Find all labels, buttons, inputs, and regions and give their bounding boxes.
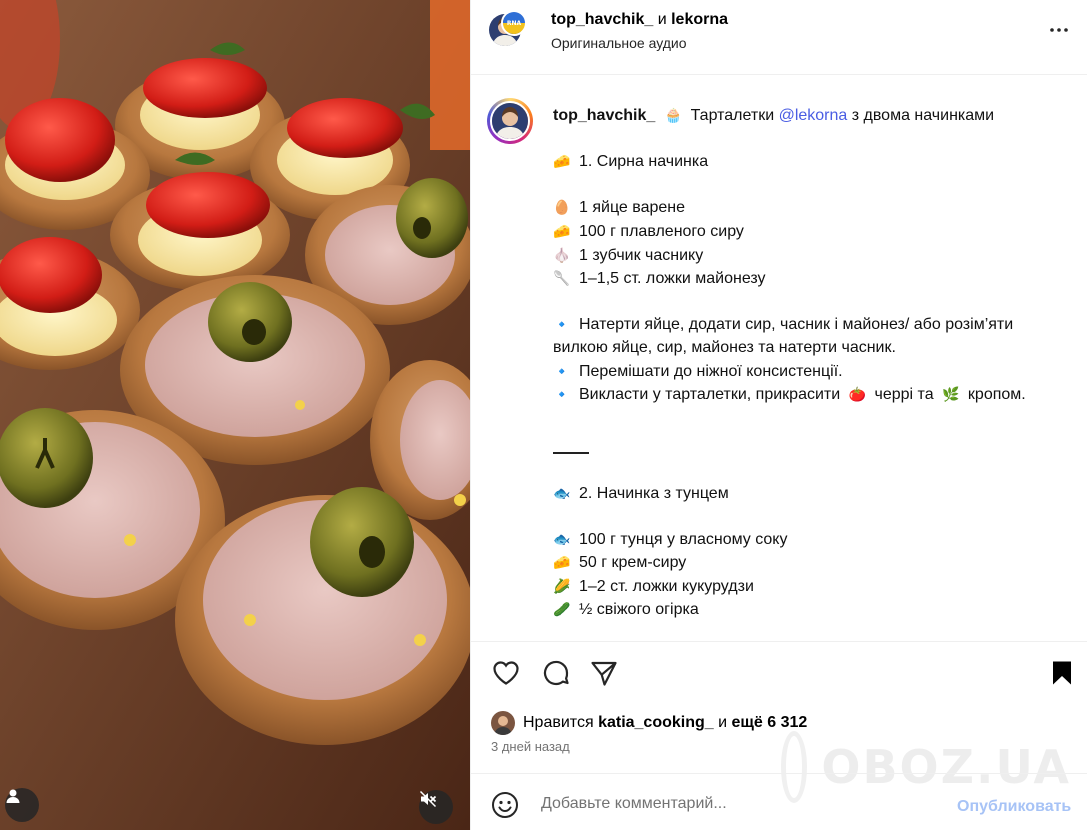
caption-line xyxy=(553,291,1063,314)
caption-line: 🥚 1 яйце варене xyxy=(553,196,1063,220)
caption-line: 🌽 1–2 ст. ложки кукурудзи xyxy=(553,575,1063,599)
caption-emoji: 🧀 xyxy=(553,153,571,170)
caption-text: top_havchik_ 🧁 Тарталетки @lekorna з дво… xyxy=(553,104,1063,641)
caption-emoji: 🔹 xyxy=(553,386,571,403)
caption-text-part: 2. Начинка з тунцем xyxy=(579,484,729,502)
caption-text-part: черрі та xyxy=(870,386,939,404)
caption-divider: —— xyxy=(553,429,589,454)
caption-line: 🧀 100 г плавленого сиру xyxy=(553,220,1063,244)
header-user1[interactable]: top_havchik_ xyxy=(551,11,653,28)
tartlets-photo xyxy=(0,0,470,830)
caption-line xyxy=(553,174,1063,197)
caption-line: 🐟 100 г тунця у власному соку xyxy=(553,528,1063,552)
caption-emoji: 🧄 xyxy=(553,246,571,263)
caption-emoji: 🥄 xyxy=(553,270,571,287)
post-media[interactable] xyxy=(0,0,470,830)
caption-emoji: 🔹 xyxy=(553,316,571,333)
caption-line: —— xyxy=(553,429,1063,459)
audio-label[interactable]: Оригинальное аудио xyxy=(551,35,687,51)
emoji-icon[interactable] xyxy=(491,791,519,819)
caption-text-part: 1. Сирна начинка xyxy=(579,153,709,171)
caption-line: 🔹 Перемішати до ніжної консистенції. xyxy=(553,360,1063,384)
caption-line: 🔹 Натерти яйце, додати сир, часник і майо… xyxy=(553,313,1063,359)
caption-emoji: 🔹 xyxy=(553,362,571,379)
caption-text-part: ½ свіжого огірка xyxy=(579,601,699,619)
cupcake-emoji: 🧁 xyxy=(664,107,682,123)
mute-button[interactable] xyxy=(419,790,453,824)
caption-emoji: 🧀 xyxy=(553,222,571,239)
share-icon[interactable] xyxy=(589,658,619,688)
caption-emoji: 🐟 xyxy=(553,530,571,547)
caption-text-part: 50 г крем-сиру xyxy=(579,554,687,572)
caption-text-part: 1 яйце варене xyxy=(579,199,686,217)
caption-section: top_havchik_ 🧁 Тарталетки @lekorna з дво… xyxy=(471,75,1087,642)
caption-text-part: Перемішати до ніжної консистенції. xyxy=(579,362,843,380)
caption-text-part: з двома начинками xyxy=(847,107,995,124)
mention-link[interactable]: @lekorna xyxy=(779,107,848,124)
header-conjunction: и xyxy=(657,11,667,28)
post-timestamp[interactable]: 3 дней назад xyxy=(491,739,570,754)
header-usernames: top_havchik_ и lekorna xyxy=(551,11,728,29)
heart-icon[interactable] xyxy=(491,658,521,688)
comment-bar: Опубликовать xyxy=(471,773,1087,830)
caption-text-part: кропом. xyxy=(963,386,1026,404)
caption-text-part: 1–1,5 ст. ложки майонезу xyxy=(579,270,766,288)
caption-line: 🧄 1 зубчик часнику xyxy=(553,244,1063,268)
caption-line: 🥒 ½ свіжого огірка xyxy=(553,598,1063,622)
bookmark-icon[interactable] xyxy=(1047,658,1077,688)
caption-text-part: Натерти яйце, додати сир, часник і майон… xyxy=(553,316,1014,356)
speaker-muted-icon xyxy=(419,790,437,808)
caption-emoji: 🥚 xyxy=(553,199,571,216)
caption-emoji: 🥒 xyxy=(553,601,571,618)
caption-text-part: 1–2 ст. ложки кукурудзи xyxy=(579,577,754,595)
post-side-panel: RNA top_havchik_ и lekorna Оригинальное … xyxy=(470,0,1087,830)
caption-text-part: 1 зубчик часнику xyxy=(579,246,704,264)
caption-text-part: 100 г плавленого сиру xyxy=(579,222,744,240)
caption-emoji: 🌽 xyxy=(553,577,571,594)
dill-emoji: 🌿 xyxy=(942,386,960,403)
comment-input[interactable] xyxy=(539,788,943,820)
caption-line: 🧀 1. Сирна начинка xyxy=(553,150,1063,174)
liker-avatar[interactable] xyxy=(491,711,515,735)
caption-avatar[interactable] xyxy=(487,98,533,144)
liker-username[interactable]: katia_cooking_ xyxy=(598,714,714,732)
caption-line: 🔹 Викласти у тарталетки, прикрасити 🍅 чер… xyxy=(553,383,1063,407)
publish-button[interactable]: Опубликовать xyxy=(957,798,1071,816)
header-user2[interactable]: lekorna xyxy=(671,11,728,28)
profile-tag-button[interactable] xyxy=(5,788,39,822)
caption-text-part: 100 г тунця у власному соку xyxy=(579,530,788,548)
caption-emoji: 🐟 xyxy=(553,484,571,501)
caption-line xyxy=(553,505,1063,528)
caption-text-part: Тарталетки xyxy=(690,107,779,124)
caption-line xyxy=(553,407,1063,430)
caption-line: 🐟 2. Начинка з тунцем xyxy=(553,482,1063,506)
more-horizontal-icon[interactable] xyxy=(1047,18,1071,42)
comment-icon[interactable] xyxy=(541,658,571,688)
caption-emoji: 🧀 xyxy=(553,554,571,571)
likes-summary: Нравится katia_cooking_ и ещё 6 312 xyxy=(491,710,807,736)
collab-avatar[interactable]: RNA xyxy=(501,10,527,36)
caption-line: top_havchik_ 🧁 Тарталетки @lekorna з дво… xyxy=(553,104,1063,128)
caption-line xyxy=(553,622,1063,641)
action-bar xyxy=(471,642,1087,702)
caption-line xyxy=(553,459,1063,482)
post-header: RNA top_havchik_ и lekorna Оригинальное … xyxy=(471,0,1087,75)
likes-conjunction: и xyxy=(718,714,728,731)
caption-line: 🧀 50 г крем-сиру xyxy=(553,551,1063,575)
caption-line: 🥄 1–1,5 ст. ложки майонезу xyxy=(553,267,1063,291)
caption-username[interactable]: top_havchik_ xyxy=(553,107,655,124)
likes-prefix: Нравится xyxy=(523,714,594,731)
user-icon xyxy=(6,789,20,803)
svg-text:RNA: RNA xyxy=(507,20,522,27)
tomato-emoji: 🍅 xyxy=(848,386,867,403)
caption-text-part: Викласти у тарталетки, прикрасити xyxy=(579,386,845,404)
